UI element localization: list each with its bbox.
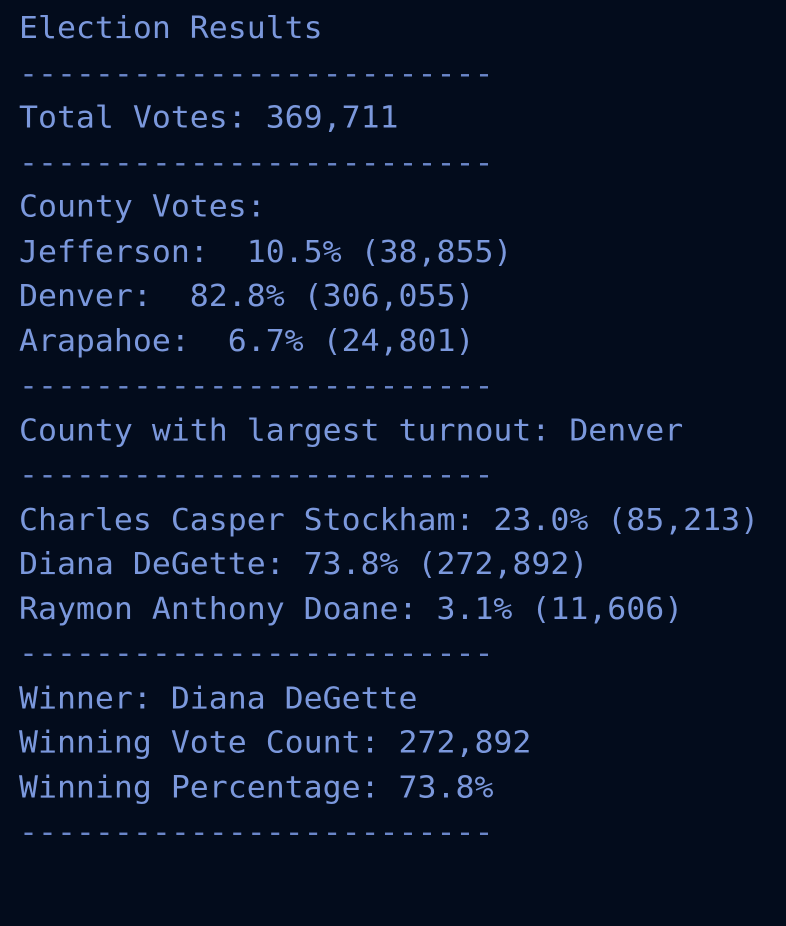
- terminal-output: Election Results -----------------------…: [19, 9, 779, 919]
- divider-line: -------------------------: [19, 54, 494, 91]
- total-votes-line: Total Votes: 369,711: [19, 99, 399, 135]
- winning-percentage-line: Winning Percentage: 73.8%: [19, 768, 494, 805]
- candidate-line-stockham: Charles Casper Stockham: 23.0% (85,213): [19, 501, 760, 537]
- output-title: Election Results: [19, 9, 323, 46]
- terminal-lines: Election Results -----------------------…: [19, 9, 768, 857]
- divider-line: -------------------------: [19, 143, 494, 180]
- winner-line: Winner: Diana DeGette: [19, 679, 418, 716]
- divider-line: -------------------------: [19, 635, 494, 671]
- candidate-line-degette: Diana DeGette: 73.8% (272,892): [19, 545, 589, 582]
- divider-line: -------------------------: [19, 813, 494, 850]
- winning-vote-count-line: Winning Vote Count: 272,892: [19, 724, 532, 761]
- county-line-denver: Denver: 82.8% (306,055): [19, 277, 475, 314]
- county-line-jefferson: Jefferson: 10.5% (38,855): [19, 233, 513, 269]
- county-line-arapahoe: Arapahoe: 6.7% (24,801): [19, 322, 475, 359]
- largest-county-line: County with largest turnout: Denver: [19, 411, 684, 448]
- county-votes-heading: County Votes:: [19, 188, 266, 225]
- divider-line: -------------------------: [19, 367, 494, 403]
- candidate-line-doane: Raymon Anthony Doane: 3.1% (11,606): [19, 590, 684, 627]
- divider-line: -------------------------: [19, 456, 494, 493]
